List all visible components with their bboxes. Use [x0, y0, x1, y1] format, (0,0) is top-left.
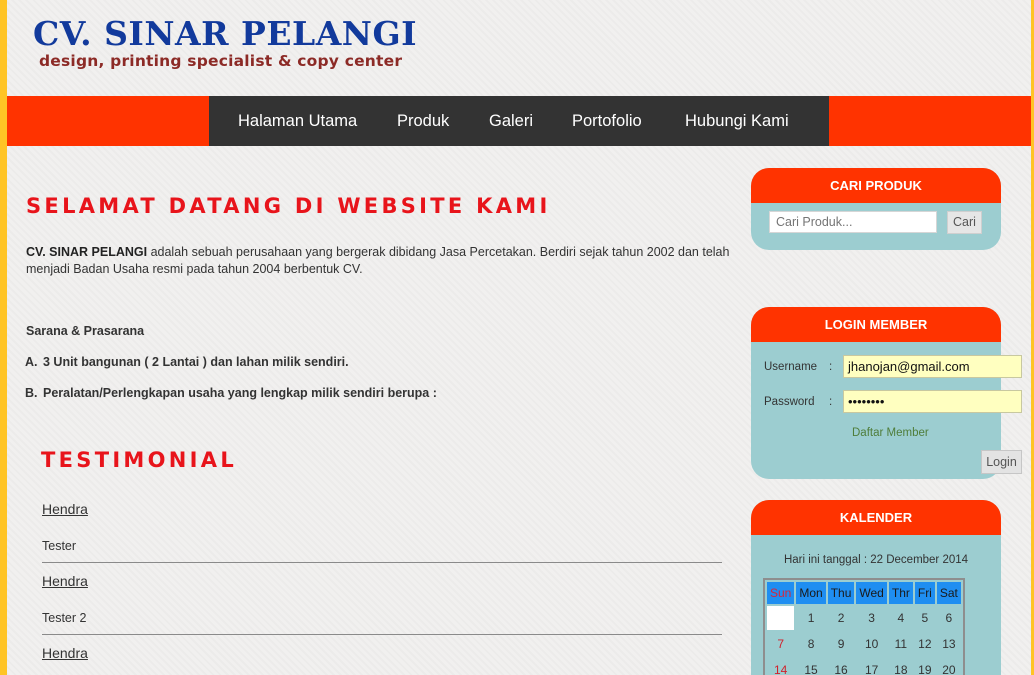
password-colon: :: [829, 396, 833, 408]
nav-menu: Halaman Utama Produk Galeri Portofolio H…: [209, 96, 829, 146]
calendar-day[interactable]: 19: [915, 658, 935, 675]
login-button[interactable]: Login: [981, 450, 1022, 474]
testimonial-name-link[interactable]: Hendra: [42, 645, 88, 661]
register-link[interactable]: Daftar Member: [852, 427, 929, 439]
calendar-day[interactable]: 13: [937, 632, 961, 656]
calendar-day[interactable]: 10: [856, 632, 886, 656]
testimonial-title: TESTIMONIAL: [41, 448, 238, 472]
list-marker: A.: [25, 355, 38, 369]
calendar-day[interactable]: 18: [889, 658, 913, 675]
calendar-day[interactable]: 7: [767, 632, 794, 656]
weekday-fri: Fri: [914, 582, 935, 604]
calendar-day-empty: [767, 606, 795, 630]
sarana-heading: Sarana & Prasarana: [26, 324, 145, 338]
logo-subtitle: design, printing specialist & copy cente…: [39, 52, 403, 70]
logo-title: CV. SINAR PELANGI: [33, 14, 418, 53]
calendar-day[interactable]: 15: [796, 658, 825, 675]
weekday-wed: Wed: [856, 582, 887, 604]
calendar-day[interactable]: 16: [828, 658, 855, 675]
calendar-day[interactable]: 11: [889, 632, 913, 656]
calendar-day[interactable]: 1: [796, 606, 825, 630]
nav-item-hubungi-kami[interactable]: Hubungi Kami: [685, 96, 789, 146]
widget-title: CARI PRODUK: [751, 168, 1001, 203]
calendar-day[interactable]: 8: [796, 632, 825, 656]
search-input[interactable]: [769, 211, 937, 233]
widget-title: LOGIN MEMBER: [751, 307, 1001, 342]
calendar-day[interactable]: 6: [937, 606, 961, 630]
weekday-sat: Sat: [936, 582, 961, 604]
username-field[interactable]: jhanojan@gmail.com: [843, 355, 1022, 378]
today-date: Hari ini tanggal : 22 December 2014: [783, 554, 969, 566]
calendar-day[interactable]: 14: [767, 658, 794, 675]
weekday-tue: Thu: [827, 582, 855, 604]
nav-bar: Halaman Utama Produk Galeri Portofolio H…: [7, 96, 1031, 146]
nav-item-galeri[interactable]: Galeri: [489, 96, 533, 146]
password-field[interactable]: ••••••••: [843, 390, 1022, 413]
login-widget: LOGIN MEMBER Username : jhanojan@gmail.c…: [751, 307, 1022, 479]
calendar-day[interactable]: 17: [856, 658, 886, 675]
testimonial-text: Tester 2: [42, 611, 87, 625]
site-logo[interactable]: CV. SINAR PELANGI design, printing speci…: [33, 14, 417, 70]
sarana-item-a: A. 3 Unit bangunan ( 2 Lantai ) dan lahan…: [25, 355, 349, 369]
nav-item-halaman-utama[interactable]: Halaman Utama: [238, 96, 357, 146]
calendar-weekday-row: Sun Mon Thu Wed Thr Fri Sat: [767, 582, 961, 604]
calendar-day[interactable]: 5: [915, 606, 935, 630]
divider: [42, 634, 722, 635]
calendar-widget: KALENDER Hari ini tanggal : 22 December …: [751, 500, 1001, 675]
divider: [42, 562, 722, 563]
password-label: Password: [764, 396, 815, 408]
calendar-day[interactable]: 3: [856, 606, 886, 630]
nav-item-portofolio[interactable]: Portofolio: [572, 96, 642, 146]
weekday-sun: Sun: [767, 582, 795, 604]
sarana-item-b: B. Peralatan/Perlengkapan usaha yang leng…: [25, 386, 437, 400]
nav-item-produk[interactable]: Produk: [397, 96, 449, 146]
weekday-mon: Mon: [796, 582, 826, 604]
username-colon: :: [829, 361, 833, 373]
calendar-day[interactable]: 4: [889, 606, 913, 630]
intro-paragraph: CV. SINAR PELANGI adalah sebuah perusaha…: [26, 244, 738, 278]
list-text: 3 Unit bangunan ( 2 Lantai ) dan lahan m…: [43, 355, 349, 369]
testimonial-name-link[interactable]: Hendra: [42, 573, 88, 589]
calendar-day[interactable]: 12: [915, 632, 935, 656]
testimonial-text: Tester: [42, 539, 77, 553]
page: CV. SINAR PELANGI design, printing speci…: [7, 0, 1031, 675]
search-widget: CARI PRODUK Cari: [751, 168, 1001, 250]
calendar-day[interactable]: 2: [828, 606, 855, 630]
username-label: Username: [764, 361, 818, 373]
weekday-thu: Thr: [888, 582, 913, 604]
intro-company: CV. SINAR PELANGI: [26, 245, 148, 259]
widget-title: KALENDER: [751, 500, 1001, 535]
welcome-title: SELAMAT DATANG DI WEBSITE KAMI: [26, 194, 551, 218]
calendar-table: Sun Mon Thu Wed Thr Fri Sat 1 2 3 4 5 6 …: [763, 578, 965, 675]
search-button[interactable]: Cari: [947, 211, 982, 234]
calendar-week-row: 14 15 16 17 18 19 20: [767, 658, 961, 675]
list-text: Peralatan/Perlengkapan usaha yang lengka…: [43, 386, 437, 400]
testimonial-name-link[interactable]: Hendra: [42, 501, 88, 517]
calendar-week-row: 1 2 3 4 5 6: [767, 606, 961, 630]
calendar-week-row: 7 8 9 10 11 12 13: [767, 632, 961, 656]
calendar-day[interactable]: 9: [828, 632, 855, 656]
list-marker: B.: [25, 386, 38, 400]
calendar-day[interactable]: 20: [937, 658, 961, 675]
